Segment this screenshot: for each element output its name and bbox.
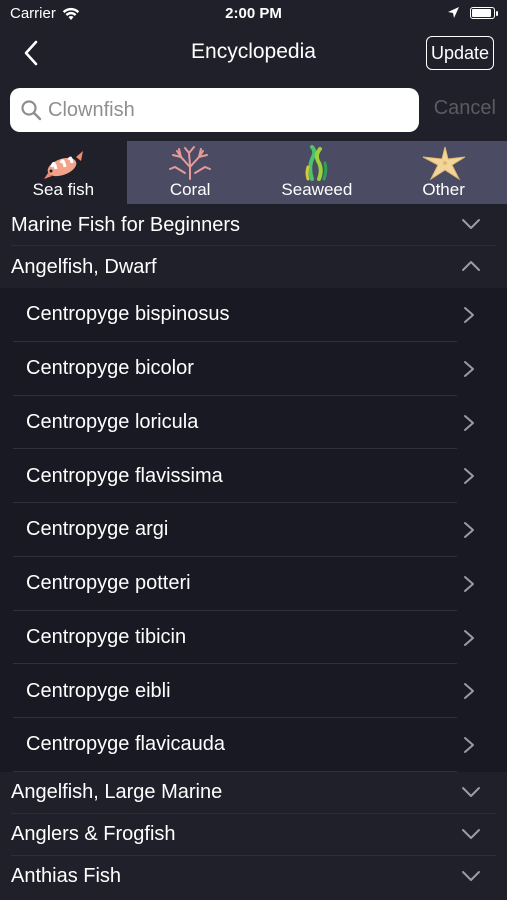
list-item[interactable]: Centropyge eibli: [0, 664, 507, 718]
chevron-right-icon: [464, 629, 474, 646]
chevron-down-icon: [462, 870, 480, 881]
section-header[interactable]: Angelfish, Large Marine: [0, 771, 507, 814]
species-name: Centropyge eibli: [26, 679, 171, 702]
search-row: Cancel: [0, 86, 507, 134]
starfish-icon: [422, 146, 465, 181]
species-name: Centropyge potteri: [26, 572, 191, 595]
list-item[interactable]: Centropyge argi: [0, 503, 507, 557]
clock: 2:00 PM: [225, 5, 282, 22]
location-arrow-icon: [448, 7, 459, 18]
tab-label: Coral: [169, 180, 211, 199]
list-item[interactable]: Centropyge potteri: [0, 557, 507, 611]
section-title: Anthias Fish: [11, 865, 122, 888]
section-header[interactable]: Anglers & Frogfish: [0, 813, 507, 856]
section-title: Marine Fish for Beginners: [11, 213, 240, 236]
section-title: Angelfish, Large Marine: [11, 781, 223, 804]
chevron-right-icon: [464, 683, 474, 700]
category-tabs: Sea fish Coral Seaweed Other: [0, 141, 507, 204]
battery-fill: [472, 8, 491, 17]
list-item[interactable]: Centropyge bicolor: [0, 342, 507, 396]
section-title: Angelfish, Dwarf: [11, 255, 157, 278]
section-header[interactable]: Angelfish, Dwarf: [0, 246, 507, 288]
chevron-right-icon: [464, 360, 474, 377]
chevron-down-icon: [462, 219, 480, 229]
chevron-right-icon: [464, 307, 474, 323]
list-item[interactable]: Centropyge flavissima: [0, 449, 507, 503]
species-name: Centropyge tibicin: [26, 625, 187, 648]
tab-label: Sea fish: [32, 180, 95, 199]
species-name: Centropyge argi: [26, 518, 169, 541]
status-bar: Carrier 2:00 PM: [0, 0, 507, 28]
clownfish-icon: [44, 151, 84, 179]
chevron-right-icon: [464, 468, 474, 485]
chevron-right-icon: [464, 575, 474, 592]
chevron-right-icon: [464, 737, 474, 753]
tab-seaweed[interactable]: Seaweed: [254, 141, 381, 204]
list-item[interactable]: Centropyge loricula: [0, 396, 507, 450]
list-item[interactable]: Centropyge flavicauda: [0, 718, 507, 772]
seaweed-icon: [305, 145, 328, 181]
search-input[interactable]: [48, 98, 408, 122]
update-button[interactable]: Update: [425, 36, 494, 70]
section-rows: Centropyge bispinosus Centropyge bicolor…: [0, 288, 507, 772]
tab-label: Seaweed: [281, 180, 353, 199]
status-right: [447, 6, 498, 19]
species-name: Centropyge flavicauda: [26, 733, 226, 756]
species-name: Centropyge bispinosus: [26, 303, 230, 326]
section-header[interactable]: Anthias Fish: [0, 855, 507, 898]
chevron-right-icon: [464, 414, 474, 431]
chevron-up-icon: [462, 261, 480, 271]
list-item[interactable]: Centropyge bispinosus: [0, 288, 507, 342]
coral-icon: [169, 146, 212, 180]
chevron-down-icon: [462, 828, 480, 839]
tab-label: Other: [422, 180, 465, 199]
chevron-down-icon: [462, 786, 480, 797]
species-list: Marine Fish for Beginners Angelfish, Dwa…: [0, 204, 507, 898]
species-name: Centropyge flavissima: [26, 464, 223, 487]
list-item[interactable]: Centropyge tibicin: [0, 611, 507, 665]
battery-icon: [470, 6, 498, 19]
tab-sea-fish[interactable]: Sea fish: [0, 141, 127, 204]
search-box[interactable]: [10, 88, 419, 132]
species-name: Centropyge loricula: [26, 410, 199, 433]
species-name: Centropyge bicolor: [26, 357, 194, 380]
tab-other[interactable]: Other: [380, 141, 507, 204]
cancel-button[interactable]: Cancel: [434, 97, 496, 120]
nav-bar: Encyclopedia Update: [0, 28, 507, 78]
section-header[interactable]: Marine Fish for Beginners: [0, 204, 507, 246]
tab-coral[interactable]: Coral: [127, 141, 254, 204]
chevron-right-icon: [464, 522, 474, 538]
search-icon: [21, 100, 42, 121]
section-title: Anglers & Frogfish: [11, 823, 176, 846]
